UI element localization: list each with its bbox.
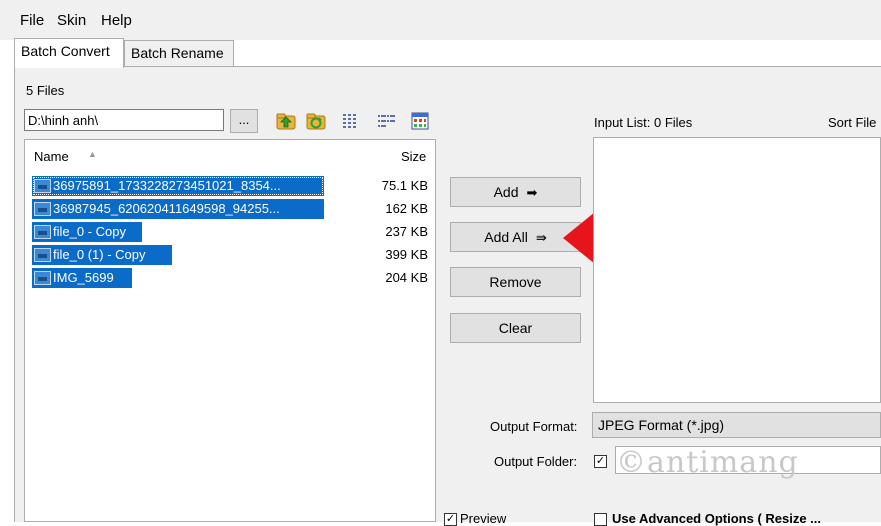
file-row[interactable]: file_0 (1) - Copy [32, 245, 172, 265]
image-file-icon [34, 225, 51, 239]
file-name: 36975891_1733228273451021_8354... [53, 178, 281, 193]
file-name: 36987945_620620411649598_94255... [53, 201, 280, 216]
add-all-button-label: Add All [484, 229, 528, 245]
column-header-name[interactable]: Name [34, 149, 69, 164]
image-file-icon [34, 179, 51, 193]
tab-batch-convert[interactable]: Batch Convert [14, 38, 124, 68]
file-size: 237 KB [385, 224, 428, 239]
add-button[interactable]: Add ➡ [450, 177, 581, 207]
image-file-icon [34, 248, 51, 262]
input-list-label: Input List: 0 Files [594, 115, 693, 130]
add-all-button[interactable]: Add All ⇛ [450, 222, 581, 252]
column-header-size[interactable]: Size [401, 149, 426, 164]
file-size: 399 KB [385, 247, 428, 262]
clear-button[interactable]: Clear [450, 313, 581, 343]
file-size: 162 KB [385, 201, 428, 216]
files-count-label: 5 Files [26, 83, 65, 98]
double-arrow-right-icon: ⇛ [535, 230, 547, 245]
file-name: file_0 - Copy [53, 224, 126, 239]
add-button-label: Add [493, 184, 519, 200]
refresh-folder-icon[interactable] [306, 111, 326, 131]
folder-path-input[interactable]: D:\hinh anh\ [24, 109, 224, 131]
remove-button[interactable]: Remove [450, 267, 581, 297]
sort-files-label[interactable]: Sort File [828, 115, 876, 130]
preview-checkbox[interactable]: ✓ [444, 513, 457, 526]
browse-button[interactable]: ... [230, 109, 258, 133]
file-row[interactable]: 36975891_1733228273451021_8354... [32, 176, 324, 196]
watermark: ©antimang [616, 445, 799, 480]
menu-bar [0, 0, 881, 40]
file-name: IMG_5699 [53, 270, 114, 285]
file-list-panel[interactable] [24, 139, 436, 522]
file-row[interactable]: 36987945_620620411649598_94255... [32, 199, 324, 219]
menu-file[interactable]: File [20, 12, 44, 29]
list-view-icon[interactable] [376, 111, 396, 131]
tab-batch-rename[interactable]: Batch Rename [124, 40, 234, 66]
thumbnail-view-icon[interactable] [410, 111, 430, 131]
file-size: 75.1 KB [381, 178, 428, 193]
file-size: 204 KB [385, 270, 428, 285]
advanced-options-label: Use Advanced Options ( Resize ... [612, 511, 822, 526]
output-format-select[interactable]: JPEG Format (*.jpg) [592, 412, 881, 438]
details-view-icon[interactable] [340, 111, 360, 131]
file-name: file_0 (1) - Copy [53, 247, 146, 262]
output-folder-label: Output Folder: [494, 454, 578, 469]
input-list-panel[interactable] [593, 137, 881, 403]
arrow-right-icon: ➡ [526, 185, 538, 200]
file-row[interactable]: IMG_5699 [32, 268, 132, 288]
menu-help[interactable]: Help [101, 12, 132, 29]
menu-skin[interactable]: Skin [57, 12, 86, 29]
preview-label: Preview [460, 511, 507, 526]
advanced-options-checkbox[interactable] [594, 513, 607, 526]
folder-up-icon[interactable] [276, 111, 296, 131]
image-file-icon [34, 202, 51, 216]
output-format-label: Output Format: [490, 419, 578, 434]
output-folder-checkbox[interactable]: ✓ [594, 455, 607, 468]
file-row[interactable]: file_0 - Copy [32, 222, 142, 242]
image-file-icon [34, 271, 51, 285]
sort-ascending-icon: ▲ [88, 149, 97, 159]
